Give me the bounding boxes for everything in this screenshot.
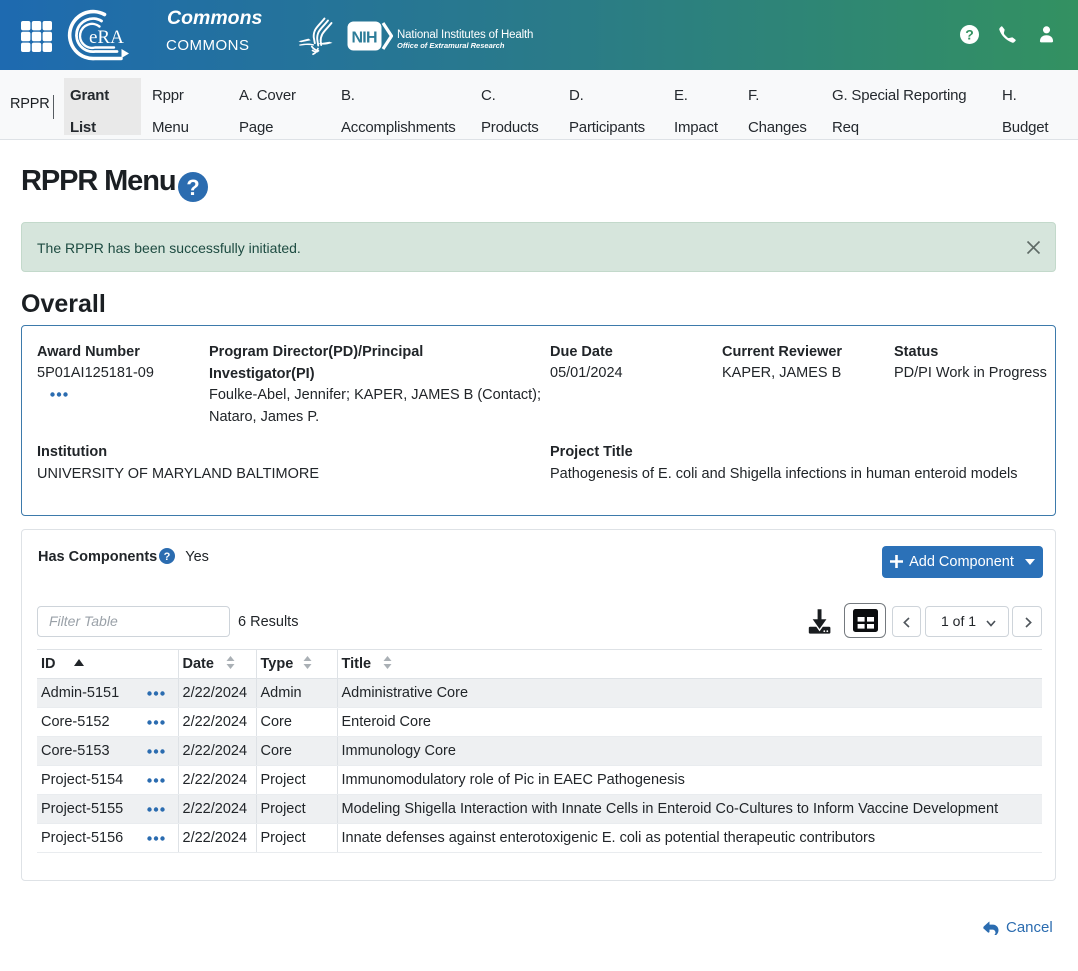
svg-text:NIH: NIH [352, 30, 378, 47]
svg-text:eRA: eRA [89, 27, 124, 48]
svg-text:?: ? [965, 27, 974, 43]
svg-text:?: ? [186, 175, 199, 200]
svg-text:?: ? [164, 551, 171, 563]
